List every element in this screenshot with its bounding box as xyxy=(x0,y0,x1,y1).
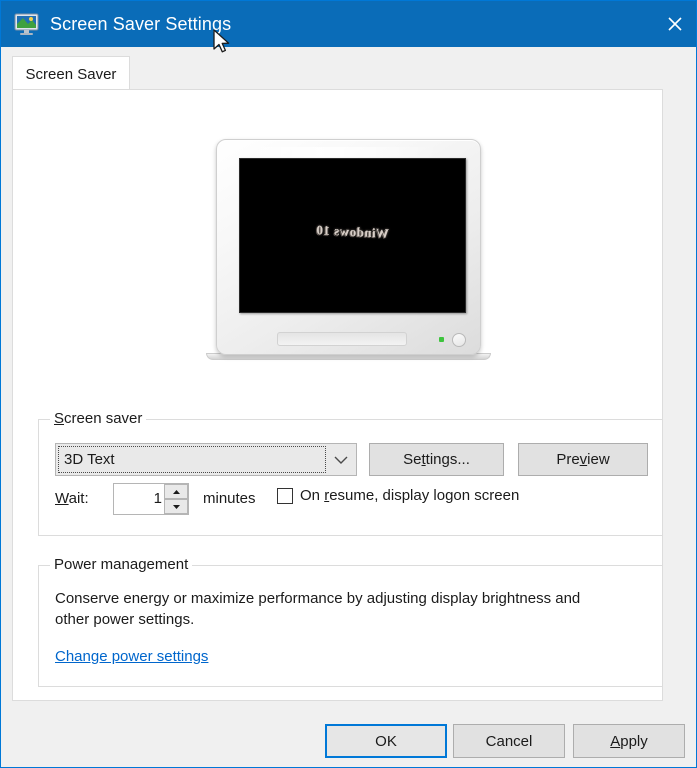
settings-button-suffix: tings... xyxy=(425,451,470,468)
screen-saver-preview-monitor: Windows 10 xyxy=(206,139,491,364)
screen-saver-legend-suffix: creen saver xyxy=(64,410,143,427)
wait-minutes-stepper[interactable]: 1 xyxy=(113,483,189,515)
apply-button-suffix: pply xyxy=(620,732,648,750)
screen-saver-legend-accel: S xyxy=(54,410,65,427)
tab-strip: Screen Saver xyxy=(1,47,696,91)
display-monitor-icon xyxy=(14,13,40,35)
wait-label-accel: W xyxy=(55,490,69,507)
power-management-group-legend: Power management xyxy=(50,556,193,573)
ok-button[interactable]: OK xyxy=(325,724,447,758)
monitor-bezel: Windows 10 xyxy=(216,139,481,355)
wait-label: Wait: xyxy=(55,490,89,507)
minutes-label: minutes xyxy=(203,490,256,507)
triangle-up-icon xyxy=(172,489,180,494)
preview-button-accel: v xyxy=(579,451,588,468)
screen-saver-select[interactable]: 3D Text xyxy=(55,443,357,476)
screen-saver-group: Screen saver 3D Text Se t tings... Pre v iew… xyxy=(38,410,663,536)
power-management-group: Power management Conserve energy or maxi… xyxy=(38,556,663,687)
logon-label-prefix: On xyxy=(300,487,325,504)
wait-minutes-value: 1 xyxy=(153,490,162,507)
preview-button-suffix: iew xyxy=(587,451,610,468)
monitor-front-slot xyxy=(277,332,407,346)
preview-button-prefix: Pre xyxy=(556,451,580,468)
power-led-icon xyxy=(439,337,444,342)
triangle-down-icon xyxy=(172,504,180,509)
apply-button[interactable]: Apply xyxy=(573,724,685,758)
stepper-buttons xyxy=(164,484,188,514)
close-button[interactable] xyxy=(652,1,696,47)
tab-screen-saver[interactable]: Screen Saver xyxy=(12,56,130,91)
title-bar[interactable]: Screen Saver Settings xyxy=(1,1,696,47)
wait-label-suffix: ait: xyxy=(68,490,89,507)
tab-screen-saver-label: Screen Saver xyxy=(25,65,117,83)
ok-button-label: OK xyxy=(375,732,397,750)
close-icon xyxy=(668,17,682,31)
cancel-button[interactable]: Cancel xyxy=(453,724,565,758)
logon-label-suffix: esume, display logon screen xyxy=(329,487,520,504)
monitor-screen: Windows 10 xyxy=(239,158,466,313)
logon-screen-checkbox-label: On resume, display logon screen xyxy=(300,487,519,504)
change-power-settings-link[interactable]: Change power settings xyxy=(55,648,208,665)
preview-button[interactable]: Pre v iew xyxy=(518,443,648,476)
logon-screen-checkbox[interactable]: On resume, display logon screen xyxy=(277,487,519,504)
screen-saver-select-value: 3D Text xyxy=(64,451,115,468)
power-button-icon xyxy=(452,333,466,347)
screen-saver-settings-dialog: Screen Saver Settings Screen Saver Windo… xyxy=(0,0,697,768)
checkbox-box-icon[interactable] xyxy=(277,487,293,504)
stepper-down-button[interactable] xyxy=(164,499,188,514)
cancel-button-label: Cancel xyxy=(485,732,533,750)
screen-saver-preview-text: Windows 10 xyxy=(315,222,390,241)
stepper-up-button[interactable] xyxy=(164,484,188,499)
power-management-description: Conserve energy or maximize performance … xyxy=(55,590,581,629)
screen-saver-group-legend: Screen saver xyxy=(50,410,147,427)
chevron-down-icon[interactable] xyxy=(326,444,356,475)
apply-button-accel: A xyxy=(610,732,621,750)
settings-button-prefix: Se xyxy=(403,451,422,468)
settings-button[interactable]: Se t tings... xyxy=(369,443,504,476)
window-title: Screen Saver Settings xyxy=(50,13,232,34)
